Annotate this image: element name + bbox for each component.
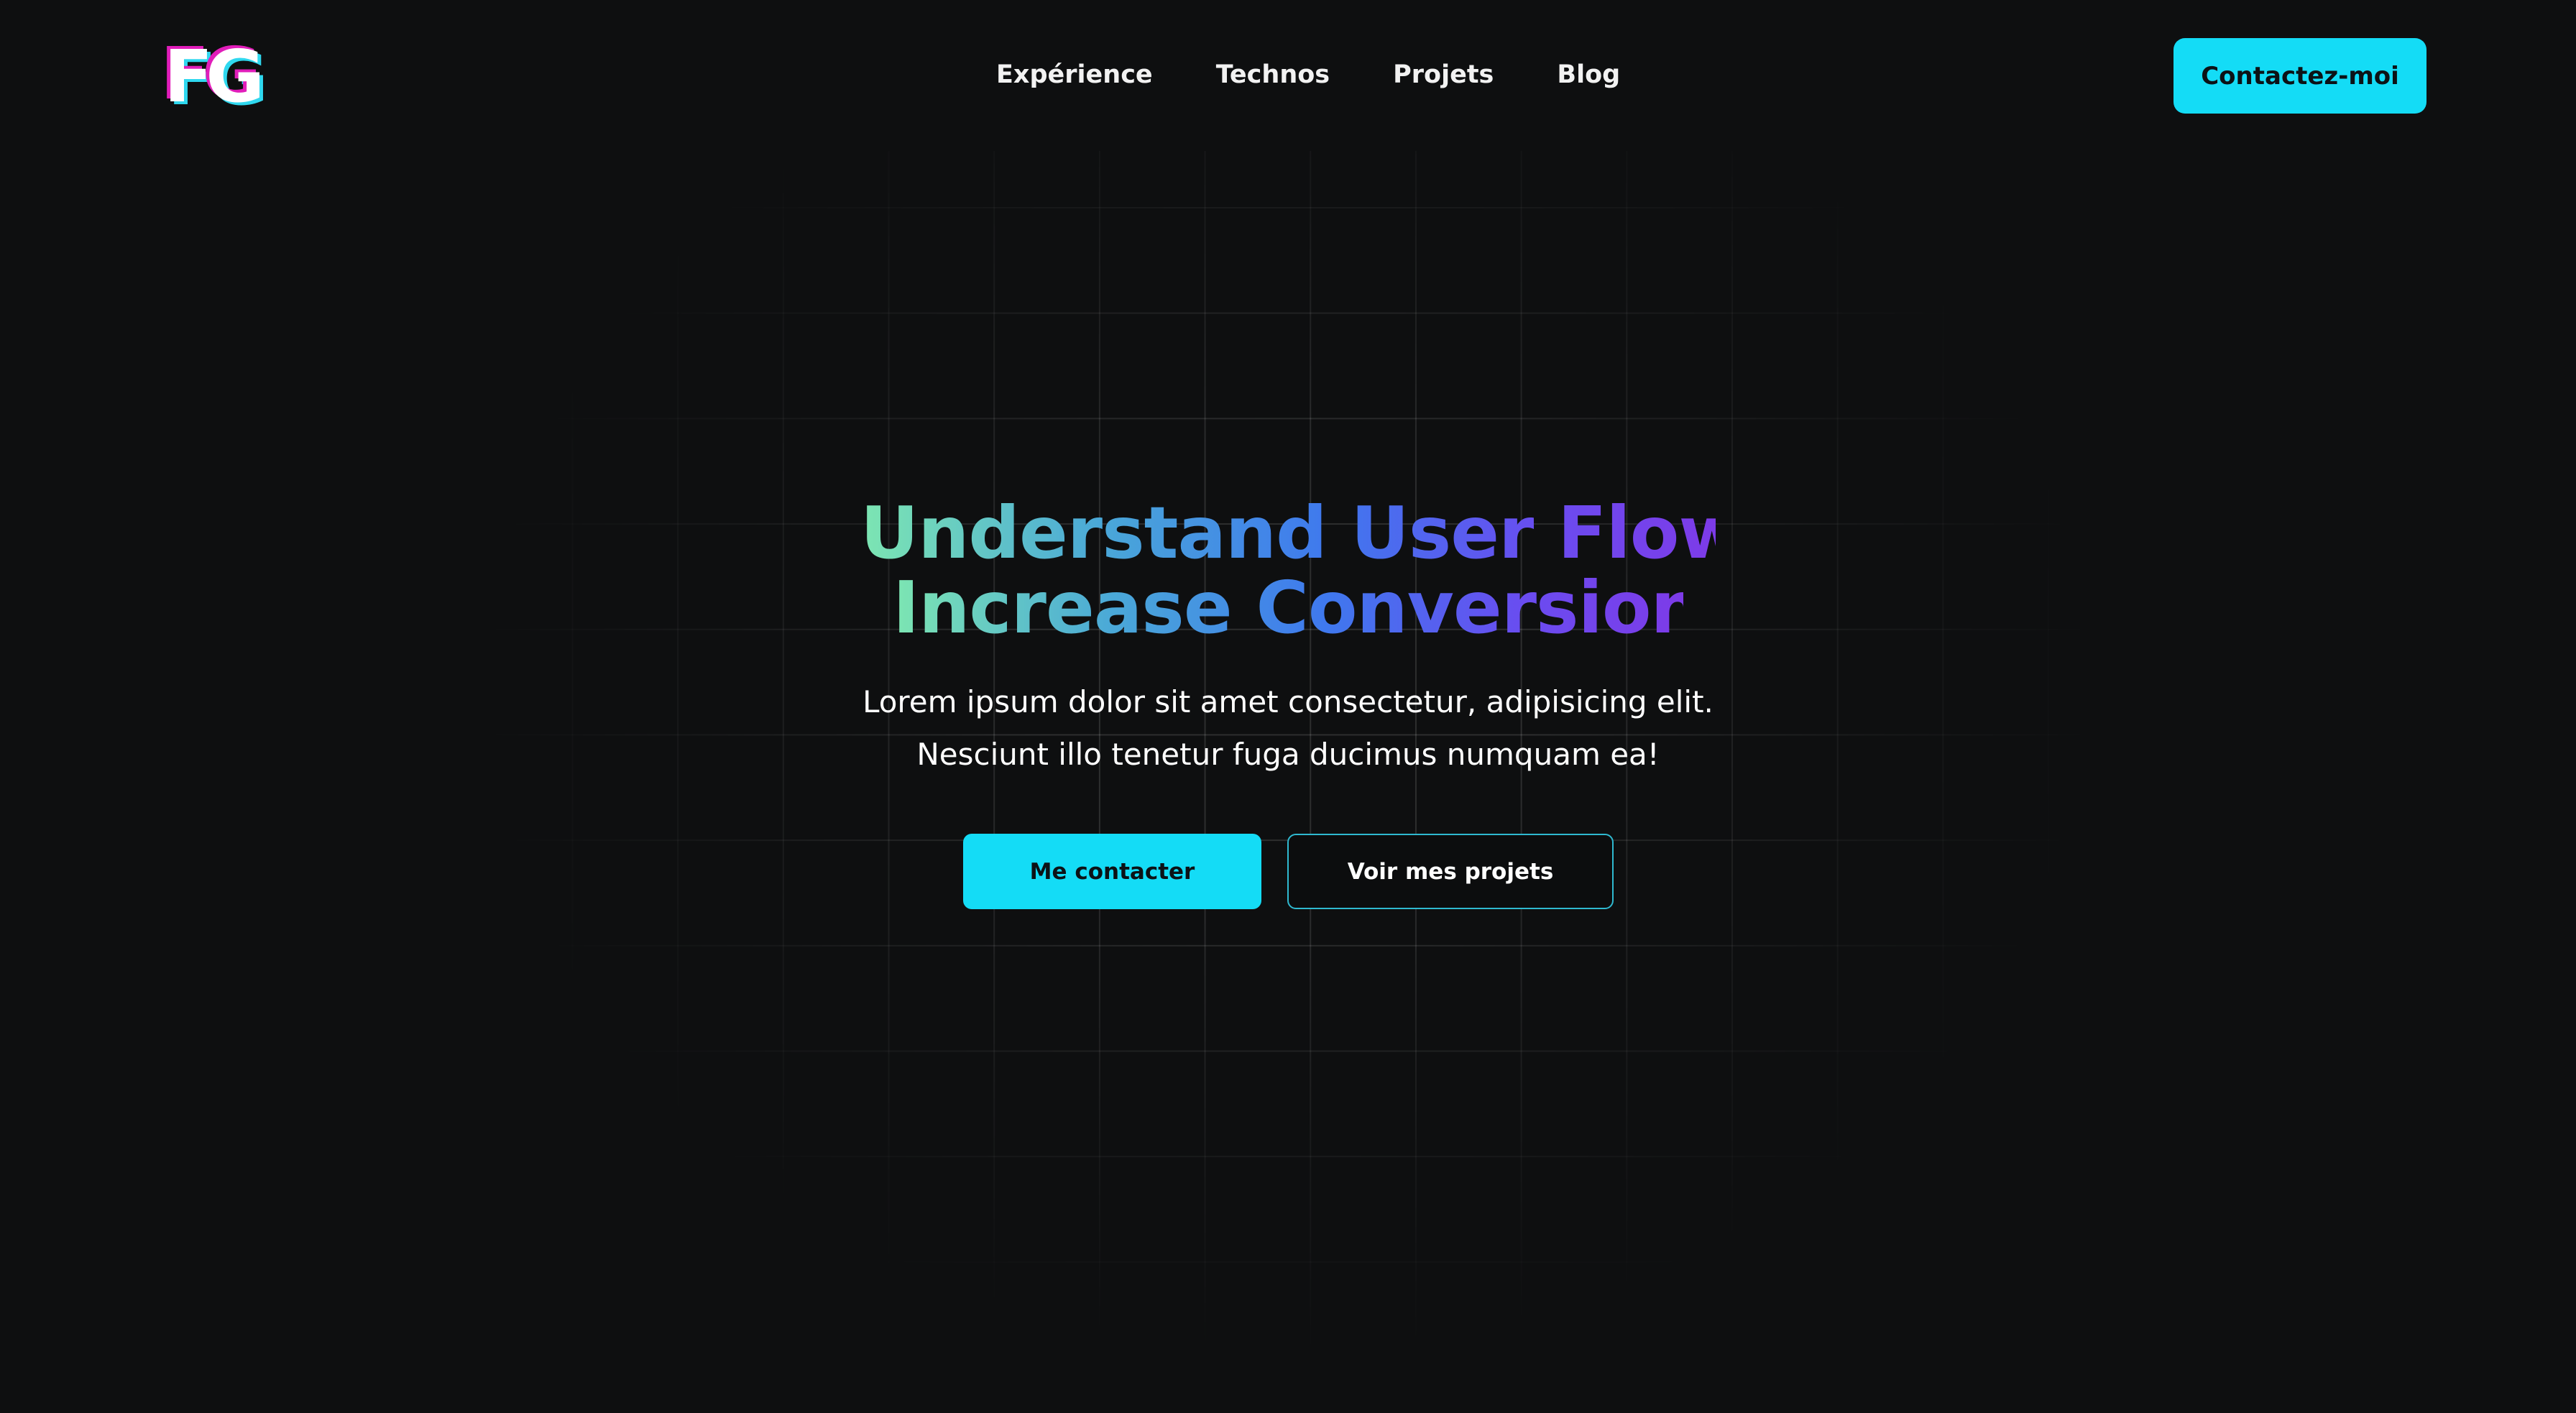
view-projects-button[interactable]: Voir mes projets bbox=[1287, 834, 1614, 909]
hero-title-line-1: Understand User Flow. bbox=[860, 491, 1767, 575]
contact-button[interactable]: Contactez-moi bbox=[2174, 38, 2426, 114]
site-header: FG Expérience Technos Projets Blog Conta… bbox=[0, 0, 2576, 151]
hero-section: Understand User Flow. Increase Conversio… bbox=[569, 496, 2007, 909]
hero-title: Understand User Flow. Increase Conversio… bbox=[569, 496, 2007, 645]
background-grid bbox=[0, 151, 2576, 1413]
hero-subtitle-line-1: Lorem ipsum dolor sit amet consectetur, … bbox=[862, 684, 1714, 719]
hero-subtitle-line-2: Nesciunt illo tenetur fuga ducimus numqu… bbox=[916, 737, 1660, 772]
site-logo[interactable]: FG bbox=[164, 37, 264, 116]
nav-link-projets[interactable]: Projets bbox=[1393, 57, 1494, 92]
hero-title-line-2: Increase Conversion. bbox=[893, 566, 1729, 650]
hero-actions: Me contacter Voir mes projets bbox=[963, 834, 1614, 909]
main-nav: Expérience Technos Projets Blog bbox=[996, 57, 1620, 92]
logo-text: FG bbox=[164, 34, 264, 119]
contact-me-button[interactable]: Me contacter bbox=[963, 834, 1261, 909]
nav-link-experience[interactable]: Expérience bbox=[996, 57, 1153, 92]
nav-link-technos[interactable]: Technos bbox=[1216, 57, 1330, 92]
hero-subtitle: Lorem ipsum dolor sit amet consectetur, … bbox=[569, 676, 2007, 781]
nav-link-blog[interactable]: Blog bbox=[1557, 57, 1620, 92]
